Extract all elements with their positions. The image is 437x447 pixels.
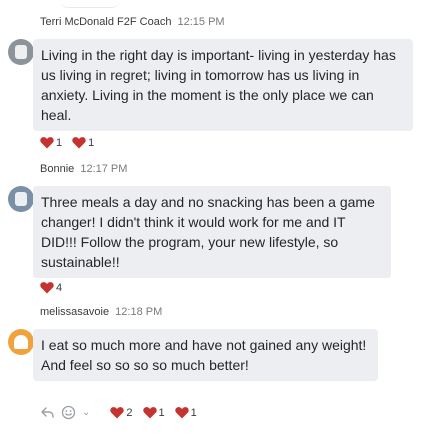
reaction-bar: 4: [40, 281, 62, 294]
heart-icon: [72, 137, 86, 149]
timestamp: 12:15 PM: [177, 16, 225, 28]
user-avatar-icon: [15, 192, 27, 206]
chevron-down-icon[interactable]: ⌄: [82, 407, 90, 418]
heart-icon: [40, 137, 54, 149]
reaction-bar: ⌄ 2 1 1: [40, 405, 197, 420]
message-meta: melissasavoie 12:18 PM: [40, 306, 162, 318]
heart-icon: [142, 407, 157, 419]
avatar[interactable]: [8, 329, 34, 355]
reaction-count: 2: [126, 406, 133, 419]
reaction-heart[interactable]: 1: [142, 406, 165, 419]
reaction-heart[interactable]: 4: [40, 281, 62, 294]
reaction-count: 1: [190, 406, 197, 419]
author-name[interactable]: melissasavoie: [40, 306, 109, 318]
timestamp: 12:17 PM: [80, 163, 128, 175]
message-meta: Terri McDonald F2F Coach 12:15 PM: [40, 16, 225, 28]
previous-message-edge: [60, 0, 120, 8]
user-avatar-icon: [15, 45, 27, 59]
reaction-heart[interactable]: 2: [110, 406, 133, 419]
reaction-heart[interactable]: 1: [174, 406, 197, 419]
timestamp: 12:18 PM: [115, 306, 163, 318]
message-bubble: Living in the right day is important- li…: [33, 39, 413, 131]
reaction-heart[interactable]: 1: [40, 136, 62, 149]
avatar[interactable]: [8, 186, 34, 212]
message-bubble: Three meals a day and no snacking has be…: [33, 186, 391, 278]
author-name[interactable]: Terri McDonald F2F Coach: [40, 16, 171, 28]
user-avatar-icon: [14, 335, 28, 349]
reaction-count: 1: [56, 136, 63, 149]
reaction-count: 1: [88, 136, 95, 149]
avatar[interactable]: [8, 39, 34, 65]
reaction-heart[interactable]: 1: [72, 136, 94, 149]
heart-icon: [174, 407, 189, 419]
emoji-icon[interactable]: [61, 405, 76, 420]
message-meta: Bonnie 12:17 PM: [40, 163, 127, 175]
reaction-count: 1: [158, 406, 165, 419]
reply-icon[interactable]: [40, 405, 55, 420]
heart-icon: [40, 282, 54, 294]
reaction-count: 4: [56, 281, 63, 294]
message-tools: ⌄: [40, 405, 90, 420]
reaction-bar: 1 1: [40, 136, 94, 149]
author-name[interactable]: Bonnie: [40, 163, 74, 175]
message-bubble: I eat so much more and have not gained a…: [33, 329, 378, 381]
heart-icon: [110, 407, 125, 419]
